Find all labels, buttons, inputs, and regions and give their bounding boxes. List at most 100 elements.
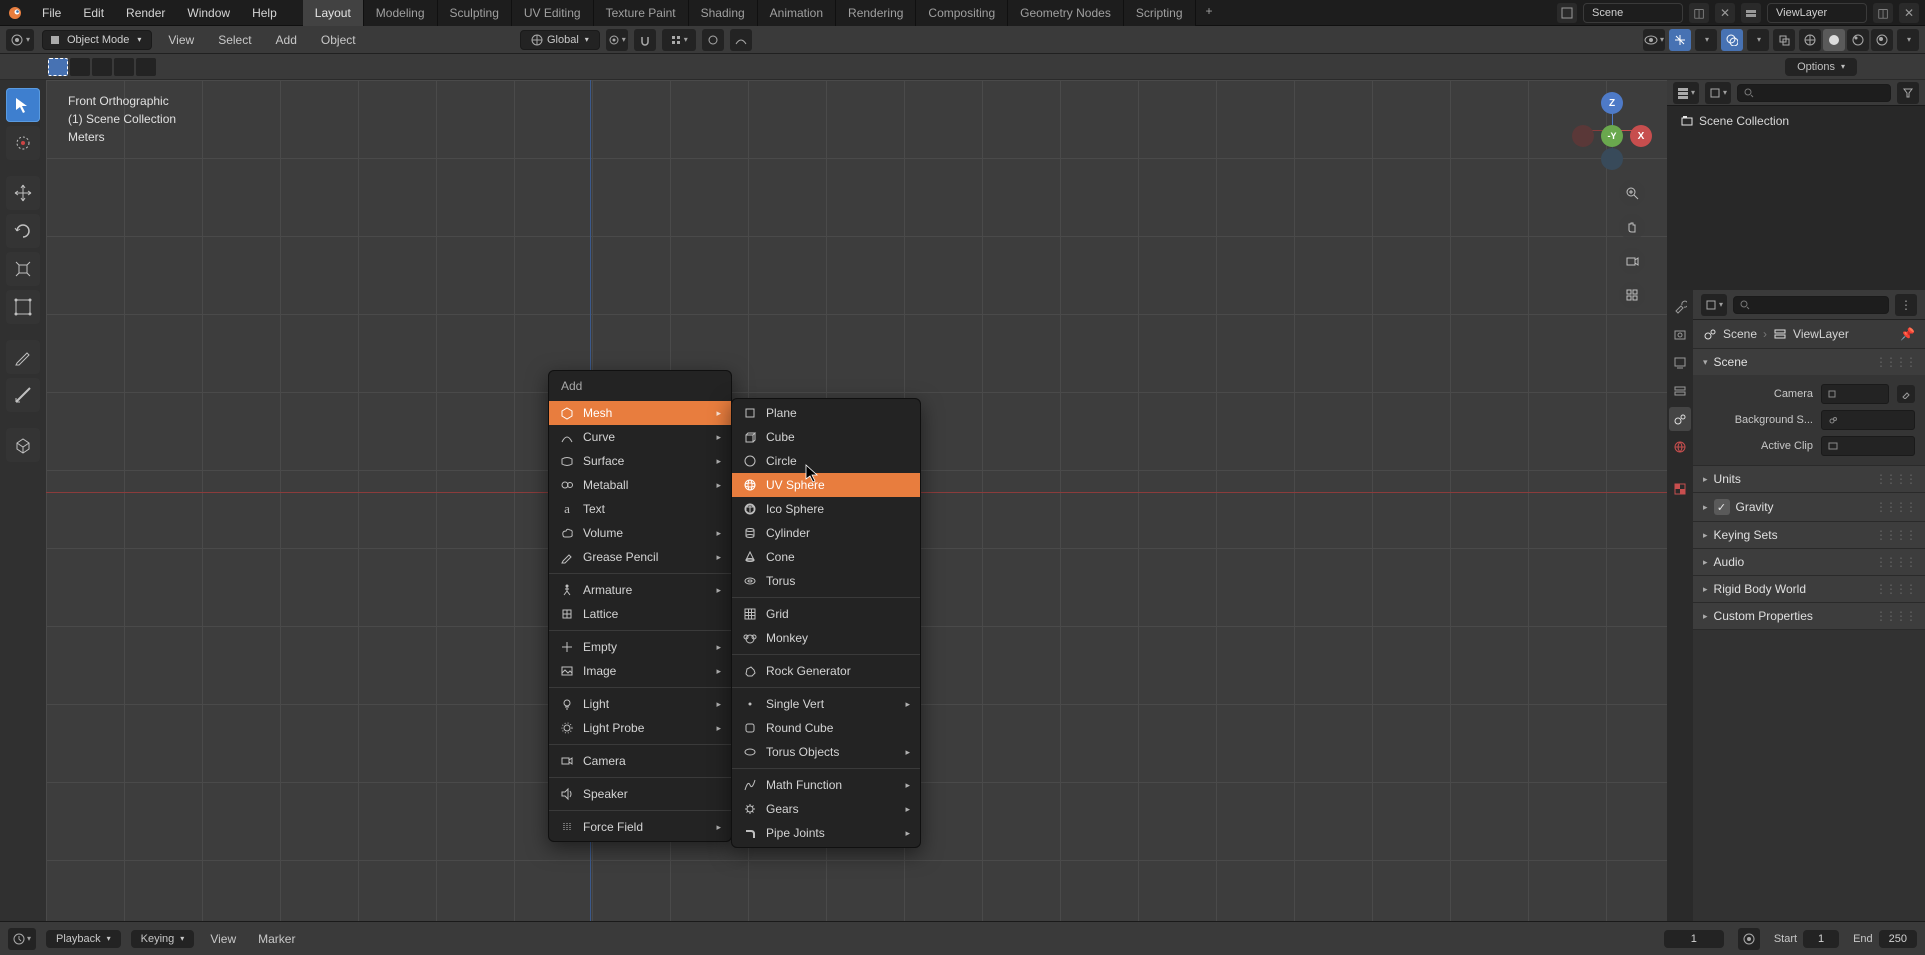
workspace-tab-texture-paint[interactable]: Texture Paint bbox=[594, 0, 689, 26]
scene-name-input[interactable] bbox=[1583, 3, 1683, 23]
mesh-grid[interactable]: Grid bbox=[732, 602, 920, 626]
shading-solid[interactable] bbox=[1823, 29, 1845, 51]
workspace-tab-modeling[interactable]: Modeling bbox=[364, 0, 438, 26]
pivot-dropdown[interactable]: ▾ bbox=[606, 29, 628, 51]
select-mode-box-active[interactable] bbox=[48, 58, 68, 76]
workspace-tab-animation[interactable]: Animation bbox=[758, 0, 836, 26]
menu-window[interactable]: Window bbox=[177, 2, 240, 24]
new-scene-icon[interactable]: ◫ bbox=[1689, 3, 1709, 23]
add-menu-armature[interactable]: Armature▸ bbox=[549, 578, 731, 602]
zoom-icon[interactable] bbox=[1619, 180, 1645, 206]
panel-audio[interactable]: ▸Audio⋮⋮⋮⋮ bbox=[1693, 549, 1925, 575]
end-frame-field[interactable]: 250 bbox=[1879, 930, 1917, 948]
workspace-tab-geometry-nodes[interactable]: Geometry Nodes bbox=[1008, 0, 1124, 26]
editor-type-dropdown[interactable]: ▾ bbox=[6, 29, 34, 51]
mesh-cube[interactable]: Cube bbox=[732, 425, 920, 449]
properties-editor-type[interactable]: ▾ bbox=[1701, 294, 1727, 316]
panel-keying-sets[interactable]: ▸Keying Sets⋮⋮⋮⋮ bbox=[1693, 522, 1925, 548]
prop-tab-scene[interactable] bbox=[1669, 407, 1691, 431]
overlay-toggle[interactable] bbox=[1721, 29, 1743, 51]
select-mode-4[interactable] bbox=[114, 58, 134, 76]
viewport-menu-select[interactable]: Select bbox=[210, 29, 259, 51]
overlay-dropdown[interactable]: ▾ bbox=[1747, 29, 1769, 51]
mesh-torus[interactable]: Torus bbox=[732, 569, 920, 593]
outliner-editor-type[interactable]: ▾ bbox=[1673, 82, 1699, 104]
timeline-keying-dropdown[interactable]: Keying▾ bbox=[131, 930, 195, 948]
workspace-tab-uv-editing[interactable]: UV Editing bbox=[512, 0, 594, 26]
delete-scene-icon[interactable]: ✕ bbox=[1715, 3, 1735, 23]
panel-gravity[interactable]: ▸✓Gravity⋮⋮⋮⋮ bbox=[1693, 493, 1925, 521]
timeline-playback-dropdown[interactable]: Playback▾ bbox=[46, 930, 121, 948]
gizmo-toggle[interactable] bbox=[1669, 29, 1691, 51]
tool-scale[interactable] bbox=[6, 252, 40, 286]
tool-move[interactable] bbox=[6, 176, 40, 210]
mesh-single-vert[interactable]: Single Vert▸ bbox=[732, 692, 920, 716]
mesh-gears[interactable]: Gears▸ bbox=[732, 797, 920, 821]
properties-options[interactable]: ⋮ bbox=[1895, 294, 1917, 316]
snap-toggle[interactable] bbox=[634, 29, 656, 51]
add-workspace-button[interactable]: + bbox=[1196, 0, 1223, 26]
mesh-torus-objects[interactable]: Torus Objects▸ bbox=[732, 740, 920, 764]
start-frame-field[interactable]: 1 bbox=[1803, 930, 1839, 948]
mesh-monkey[interactable]: Monkey bbox=[732, 626, 920, 650]
add-menu-camera[interactable]: Camera bbox=[549, 749, 731, 773]
gizmo-axis-x[interactable]: X bbox=[1630, 125, 1652, 147]
prop-tab-viewlayer[interactable] bbox=[1669, 379, 1691, 403]
prop-tab-world[interactable] bbox=[1669, 435, 1691, 459]
tool-add-primitive[interactable] bbox=[6, 428, 40, 462]
gizmo-axis-y[interactable]: -Y bbox=[1601, 125, 1623, 147]
timeline-marker-menu[interactable]: Marker bbox=[252, 929, 301, 949]
add-menu-image[interactable]: Image▸ bbox=[549, 659, 731, 683]
select-mode-2[interactable] bbox=[70, 58, 90, 76]
workspace-tab-rendering[interactable]: Rendering bbox=[836, 0, 916, 26]
breadcrumb-scene[interactable]: Scene bbox=[1723, 327, 1757, 341]
auto-keying-toggle[interactable] bbox=[1738, 928, 1760, 950]
gravity-checkbox[interactable]: ✓ bbox=[1714, 499, 1730, 515]
add-menu-empty[interactable]: Empty▸ bbox=[549, 635, 731, 659]
mesh-cylinder[interactable]: Cylinder bbox=[732, 521, 920, 545]
new-viewlayer-icon[interactable]: ◫ bbox=[1873, 3, 1893, 23]
timeline-editor-type[interactable]: ▾ bbox=[8, 928, 36, 950]
snap-dropdown[interactable]: ▾ bbox=[662, 29, 696, 51]
workspace-tab-compositing[interactable]: Compositing bbox=[916, 0, 1008, 26]
delete-viewlayer-icon[interactable]: ✕ bbox=[1899, 3, 1919, 23]
panel-units[interactable]: ▸Units⋮⋮⋮⋮ bbox=[1693, 466, 1925, 492]
proportional-toggle[interactable] bbox=[702, 29, 724, 51]
prop-tab-tool[interactable] bbox=[1669, 295, 1691, 319]
breadcrumb-viewlayer[interactable]: ViewLayer bbox=[1793, 327, 1849, 341]
active-clip-field[interactable] bbox=[1821, 436, 1915, 456]
tool-measure[interactable] bbox=[6, 378, 40, 412]
add-menu-light-probe[interactable]: Light Probe▸ bbox=[549, 716, 731, 740]
shading-dropdown[interactable]: ▾ bbox=[1897, 29, 1919, 51]
orientation-dropdown[interactable]: Global ▾ bbox=[520, 30, 600, 50]
mesh-pipe-joints[interactable]: Pipe Joints▸ bbox=[732, 821, 920, 845]
shading-wireframe[interactable] bbox=[1799, 29, 1821, 51]
background-scene-field[interactable] bbox=[1821, 410, 1915, 430]
pan-icon[interactable] bbox=[1619, 214, 1645, 240]
panel-custom-props[interactable]: ▸Custom Properties⋮⋮⋮⋮ bbox=[1693, 603, 1925, 629]
outliner-display-mode[interactable]: ▾ bbox=[1705, 82, 1731, 104]
scene-browse-icon[interactable] bbox=[1557, 3, 1577, 23]
camera-field[interactable] bbox=[1821, 384, 1889, 404]
tool-annotate[interactable] bbox=[6, 340, 40, 374]
mesh-math-function[interactable]: Math Function▸ bbox=[732, 773, 920, 797]
add-menu-text[interactable]: a Text bbox=[549, 497, 731, 521]
mode-dropdown[interactable]: Object Mode ▾ bbox=[42, 30, 152, 50]
outliner-filter[interactable] bbox=[1897, 82, 1919, 104]
panel-rigid-body[interactable]: ▸Rigid Body World⋮⋮⋮⋮ bbox=[1693, 576, 1925, 602]
outliner-scene-collection[interactable]: Scene Collection bbox=[1675, 110, 1917, 132]
add-menu-volume[interactable]: Volume▸ bbox=[549, 521, 731, 545]
navigation-gizmo[interactable]: Z X -Y bbox=[1577, 95, 1647, 165]
shading-material[interactable] bbox=[1847, 29, 1869, 51]
add-menu-force-field[interactable]: Force Field▸ bbox=[549, 815, 731, 839]
add-menu-lattice[interactable]: Lattice bbox=[549, 602, 731, 626]
mesh-ico-sphere[interactable]: Ico Sphere bbox=[732, 497, 920, 521]
mesh-round-cube[interactable]: Round Cube bbox=[732, 716, 920, 740]
workspace-tab-scripting[interactable]: Scripting bbox=[1124, 0, 1196, 26]
menu-help[interactable]: Help bbox=[242, 2, 287, 24]
viewlayer-browse-icon[interactable] bbox=[1741, 3, 1761, 23]
tool-cursor[interactable] bbox=[6, 126, 40, 160]
menu-file[interactable]: File bbox=[32, 2, 71, 24]
xray-toggle[interactable] bbox=[1773, 29, 1795, 51]
select-mode-3[interactable] bbox=[92, 58, 112, 76]
